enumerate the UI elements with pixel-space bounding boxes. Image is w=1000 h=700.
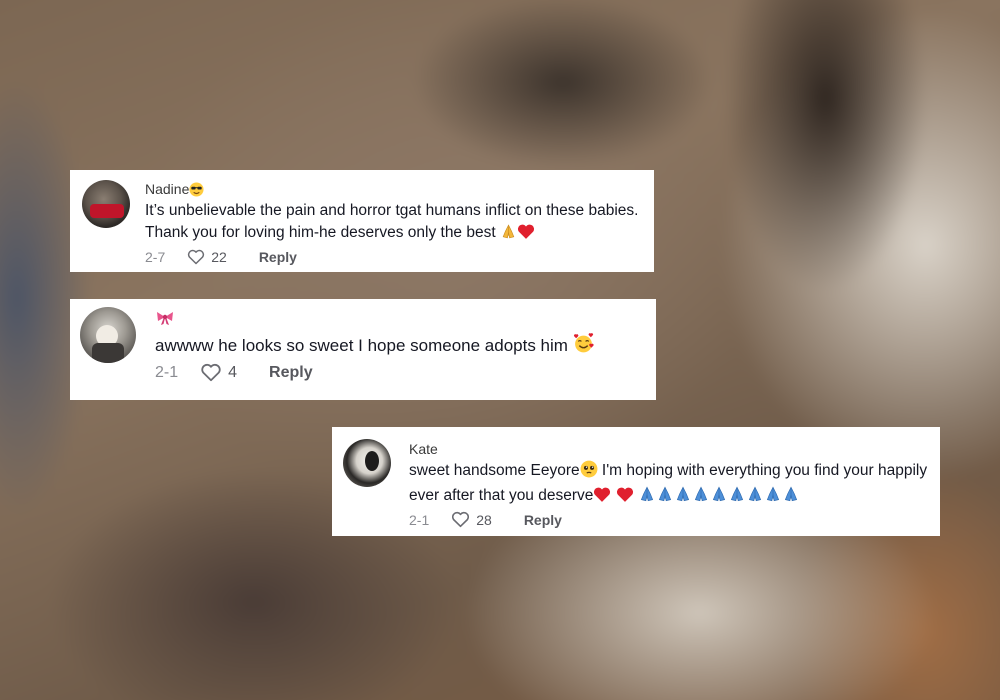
comment-username[interactable]: [155, 309, 175, 330]
red-heart-icon: [616, 486, 634, 510]
reply-button[interactable]: Reply: [269, 364, 313, 382]
like-button[interactable]: 22: [187, 249, 227, 265]
folded-hands-icon: [746, 485, 764, 510]
folded-hands-icon: [782, 485, 800, 510]
folded-hands-icon: [764, 485, 782, 510]
avatar[interactable]: [80, 307, 136, 363]
heart-outline-icon: [201, 363, 221, 382]
reply-button[interactable]: Reply: [524, 512, 562, 528]
heart-outline-icon: [452, 511, 470, 528]
folded-hands-icon: [674, 485, 692, 510]
folded-hands-icon: [500, 223, 517, 247]
comment-date: 2-1: [155, 363, 179, 381]
sunglasses-face-icon: [189, 182, 204, 200]
avatar[interactable]: [82, 180, 130, 228]
pink-bow-icon: [155, 309, 175, 330]
folded-hands-icon: [710, 485, 728, 510]
comment-card-nadine: Nadine It’s unbelievable the pain and ho…: [70, 170, 654, 272]
avatar[interactable]: [343, 439, 391, 487]
like-count: 28: [476, 511, 492, 528]
like-count: 22: [211, 249, 227, 265]
reply-button[interactable]: Reply: [259, 249, 297, 265]
comment-meta: 2-7 22 Reply: [145, 249, 297, 265]
folded-hands-icon: [692, 485, 710, 510]
folded-hands-icon: [638, 485, 656, 510]
comment-text: It’s unbelievable the pain and horror tg…: [145, 200, 640, 247]
comment-meta: 2-1 4 Reply: [155, 363, 313, 382]
folded-hands-icon: [728, 485, 746, 510]
comment-text: sweet handsome Eeyore I'm hoping with ev…: [409, 460, 934, 510]
heart-outline-icon: [188, 249, 205, 265]
like-button[interactable]: 4: [200, 363, 237, 382]
comment-date: 2-7: [145, 249, 166, 265]
pleading-face-icon: [580, 460, 598, 485]
like-button[interactable]: 28: [451, 511, 492, 528]
folded-hands-icon: [656, 485, 674, 510]
comment-text: awwww he looks so sweet I hope someone a…: [155, 333, 650, 360]
red-heart-icon: [517, 223, 535, 247]
comment-date: 2-1: [409, 511, 430, 528]
comment-meta: 2-1 28 Reply: [409, 511, 562, 528]
red-heart-icon: [593, 486, 611, 510]
comment-card-kate: Kate sweet handsome Eeyore I'm hoping wi…: [332, 427, 940, 536]
comment-username[interactable]: Nadine: [145, 181, 204, 200]
like-count: 4: [228, 363, 238, 381]
smiling-face-with-hearts-icon: [573, 333, 594, 360]
comment-username[interactable]: Kate: [409, 441, 438, 457]
video-frame: Nadine It’s unbelievable the pain and ho…: [0, 0, 1000, 700]
comment-card-bow: awwww he looks so sweet I hope someone a…: [70, 299, 656, 400]
